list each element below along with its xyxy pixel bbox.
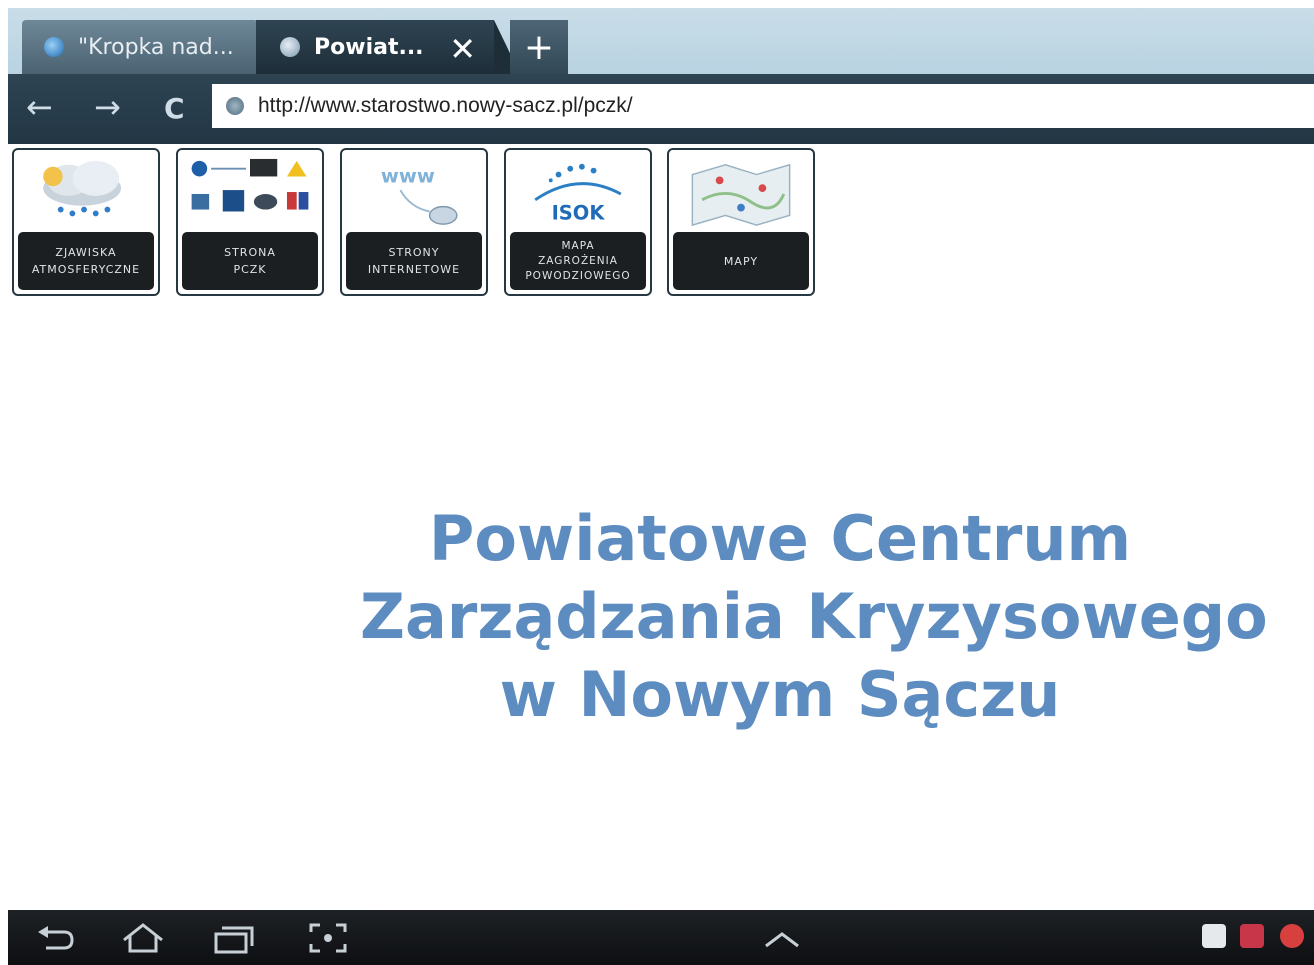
- app-notification-icon[interactable]: [1240, 924, 1264, 948]
- site-info-icon[interactable]: [226, 97, 244, 115]
- tile-caption: STRONA PCZK: [182, 232, 318, 290]
- back-icon[interactable]: [36, 924, 76, 952]
- url-text[interactable]: http://www.starostwo.nowy-sacz.pl/pczk/: [258, 94, 633, 118]
- isok-logo-text: ISOK: [552, 201, 606, 224]
- map-icon: [691, 163, 791, 227]
- tile-caption-line: STRONA: [224, 246, 276, 259]
- tile-strona-pczk[interactable]: STRONA PCZK: [176, 148, 324, 296]
- tile-caption-line: MAPA: [561, 239, 595, 252]
- www-mouse-icon: www: [381, 164, 458, 225]
- tab-favicon-icon: [44, 37, 64, 57]
- tile-caption: MAPA ZAGROŻENIA POWODZIOWEGO: [510, 232, 646, 290]
- tile-strony-internetowe[interactable]: www STRONY INTERNETOWE: [340, 148, 488, 296]
- tile-caption-line: ZAGROŻENIA: [538, 254, 618, 267]
- page-title: Powiatowe Centrum Zarządzania Kryzysoweg…: [360, 500, 1268, 734]
- tab-powiat-active[interactable]: Powiat... ✕: [256, 20, 520, 74]
- tab-kropka[interactable]: "Kropka nad...: [22, 20, 258, 74]
- tile-mapa-zagrozenia[interactable]: ISOK MAPA ZAGROŻENIA POWODZIOWEGO: [504, 148, 652, 296]
- tile-caption-line: POWODZIOWEGO: [525, 269, 631, 282]
- pczk-infographic-icon: [191, 158, 309, 212]
- chevron-up-icon[interactable]: [762, 930, 802, 950]
- recent-apps-icon[interactable]: [212, 924, 256, 954]
- globe-icon: [280, 37, 300, 57]
- back-arrow-icon[interactable]: ←: [26, 88, 53, 126]
- tile-caption-line: ZJAWISKA: [55, 246, 117, 259]
- tab-label: Powiat...: [314, 34, 424, 60]
- title-line: w Nowym Sączu: [499, 658, 1061, 731]
- tab-label: "Kropka nad...: [78, 34, 234, 60]
- tile-caption-line: ATMOSFERYCZNE: [31, 263, 141, 276]
- url-field[interactable]: http://www.starostwo.nowy-sacz.pl/pczk/: [212, 84, 1314, 128]
- alert-notification-icon[interactable]: [1280, 924, 1304, 948]
- isok-logo-icon: ISOK: [534, 163, 622, 224]
- tile-caption-line: PCZK: [233, 263, 267, 276]
- title-line: Powiatowe Centrum: [428, 502, 1132, 575]
- tile-caption: MAPY: [673, 232, 809, 290]
- home-icon[interactable]: [120, 922, 166, 954]
- address-bar: ← → C http://www.starostwo.nowy-sacz.pl/…: [8, 74, 1314, 144]
- tile-caption: ZJAWISKA ATMOSFERYCZNE: [18, 232, 154, 290]
- tile-caption-line: INTERNETOWE: [367, 263, 461, 276]
- tile-caption: STRONY INTERNETOWE: [346, 232, 482, 290]
- svg-text:www: www: [381, 164, 435, 187]
- reload-icon[interactable]: C: [164, 92, 185, 125]
- new-tab-button[interactable]: +: [510, 20, 568, 74]
- tile-zjawiska-atmosferyczne[interactable]: ZJAWISKA ATMOSFERYCZNE: [12, 148, 160, 296]
- forward-arrow-icon[interactable]: →: [94, 88, 121, 126]
- weather-cloud-icon: [43, 160, 122, 217]
- gallery-notification-icon[interactable]: [1202, 924, 1226, 948]
- close-tab-icon[interactable]: ✕: [449, 30, 476, 68]
- system-nav-bar: [8, 910, 1314, 965]
- tile-mapy[interactable]: MAPY: [667, 148, 815, 296]
- tile-caption-line: STRONY: [388, 246, 440, 259]
- tile-caption-line: MAPY: [723, 254, 759, 268]
- title-line: Zarządzania Kryzysowego: [360, 580, 1268, 653]
- screenshot-icon[interactable]: [308, 922, 348, 954]
- tab-bar: "Kropka nad... Powiat... ✕ +: [8, 8, 1314, 74]
